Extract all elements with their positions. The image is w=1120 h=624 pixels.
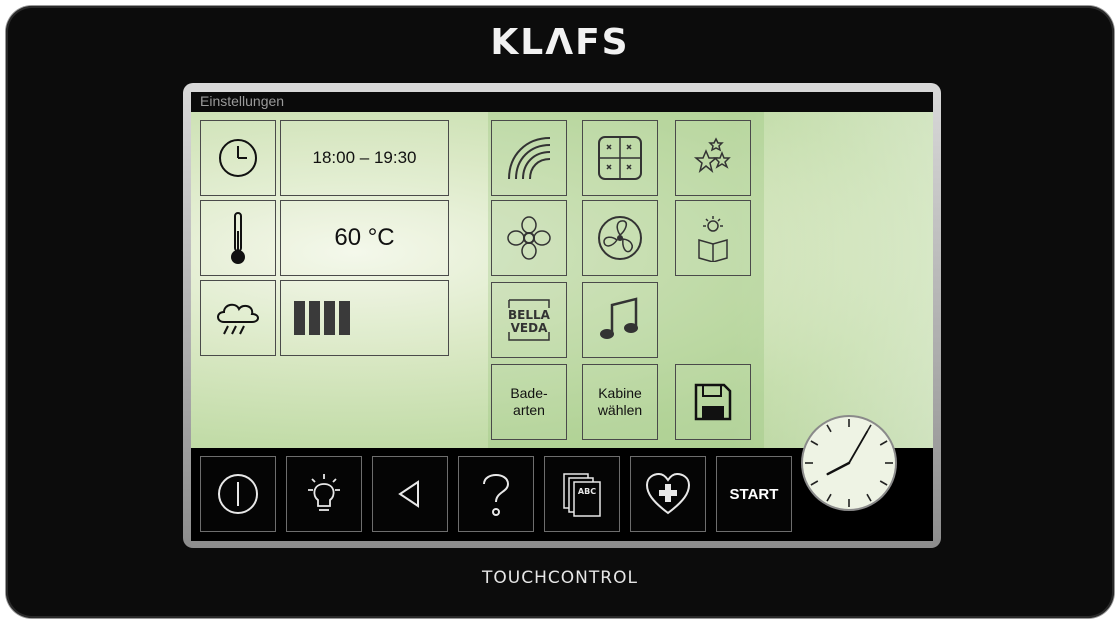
clock-tick xyxy=(810,440,819,446)
time-range-field[interactable]: 18:00 – 19:30 xyxy=(280,120,449,196)
temperature-value: 60 °C xyxy=(334,224,395,251)
page-title: Einstellungen xyxy=(200,93,285,109)
clock-icon xyxy=(219,139,257,177)
language-button[interactable]: ABC xyxy=(544,456,620,532)
clock-tick xyxy=(866,424,872,433)
clock-minute-hand xyxy=(848,430,868,464)
timer-tile[interactable] xyxy=(200,120,276,196)
clock-hour-hand xyxy=(826,461,851,476)
power-icon xyxy=(218,474,258,514)
bella-veda-button[interactable]: BELLA VEDA xyxy=(491,282,567,358)
floppy-disk-icon xyxy=(694,383,732,421)
reading-light-button[interactable] xyxy=(675,200,751,276)
humidity-level-bars xyxy=(294,301,350,335)
rainbow-icon xyxy=(508,137,551,180)
music-button[interactable] xyxy=(582,282,658,358)
clock-face xyxy=(805,419,893,507)
analog-clock xyxy=(803,417,895,509)
badearten-label: Bade- arten xyxy=(510,385,547,419)
clock-tick xyxy=(826,493,832,502)
book-light-icon xyxy=(698,216,728,262)
humidity-bar xyxy=(294,301,305,335)
bella-veda-logo-icon: BELLA VEDA xyxy=(508,299,551,341)
power-button[interactable] xyxy=(200,456,276,532)
humidity-tile[interactable] xyxy=(200,280,276,356)
aroma-button[interactable] xyxy=(491,200,567,276)
light-button[interactable] xyxy=(286,456,362,532)
bella-veda-line2: VEDA xyxy=(511,321,548,335)
starry-sky-button[interactable] xyxy=(582,120,658,196)
clock-tick xyxy=(866,493,872,502)
fan-button[interactable] xyxy=(582,200,658,276)
badearten-line2: arten xyxy=(513,402,545,418)
light-bulb-icon xyxy=(308,474,340,511)
clock-tick xyxy=(810,480,819,486)
brand-logo: KLΛFS xyxy=(490,22,630,63)
badearten-button[interactable]: Bade- arten xyxy=(491,364,567,440)
heart-plus-icon xyxy=(645,472,691,515)
stars-icon xyxy=(693,137,731,174)
temperature-field[interactable]: 60 °C xyxy=(280,200,449,276)
health-button[interactable] xyxy=(630,456,706,532)
clock-tick xyxy=(826,424,832,433)
clock-tick xyxy=(879,480,888,486)
help-button[interactable] xyxy=(458,456,534,532)
question-mark-icon xyxy=(483,474,510,516)
start-label: START xyxy=(729,485,779,503)
rainbow-light-button[interactable] xyxy=(491,120,567,196)
save-button[interactable] xyxy=(675,364,751,440)
kabine-line2: wählen xyxy=(597,402,643,418)
fan-icon xyxy=(598,216,642,260)
badearten-line1: Bade- xyxy=(510,385,548,401)
effects-button[interactable] xyxy=(675,120,751,196)
humidity-bar xyxy=(339,301,350,335)
thermometer-icon xyxy=(231,212,245,264)
language-cards-icon: ABC xyxy=(563,473,601,517)
title-bar: Einstellungen xyxy=(191,92,933,112)
cloud-rain-icon xyxy=(217,303,259,335)
kabine-waehlen-button[interactable]: Kabine wählen xyxy=(582,364,658,440)
humidity-bar xyxy=(324,301,335,335)
bella-veda-line1: BELLA xyxy=(508,308,551,322)
kabine-waehlen-label: Kabine wählen xyxy=(598,385,642,419)
flower-icon xyxy=(507,216,551,260)
humidity-level-field[interactable] xyxy=(280,280,449,356)
humidity-bar xyxy=(309,301,320,335)
back-arrow-icon xyxy=(398,480,419,508)
back-button[interactable] xyxy=(372,456,448,532)
clock-tick xyxy=(879,440,888,446)
temperature-tile[interactable] xyxy=(200,200,276,276)
star-ceiling-icon xyxy=(598,136,642,180)
device-footer-label: TOUCHCONTROL xyxy=(482,568,638,588)
touch-screen: Einstellungen 18:00 – 19:30 60 °C BELLA … xyxy=(191,92,933,541)
start-button[interactable]: START xyxy=(716,456,792,532)
abc-label: ABC xyxy=(578,487,596,496)
kabine-line1: Kabine xyxy=(598,385,642,401)
music-note-icon xyxy=(600,297,638,339)
time-range-value: 18:00 – 19:30 xyxy=(312,148,417,167)
